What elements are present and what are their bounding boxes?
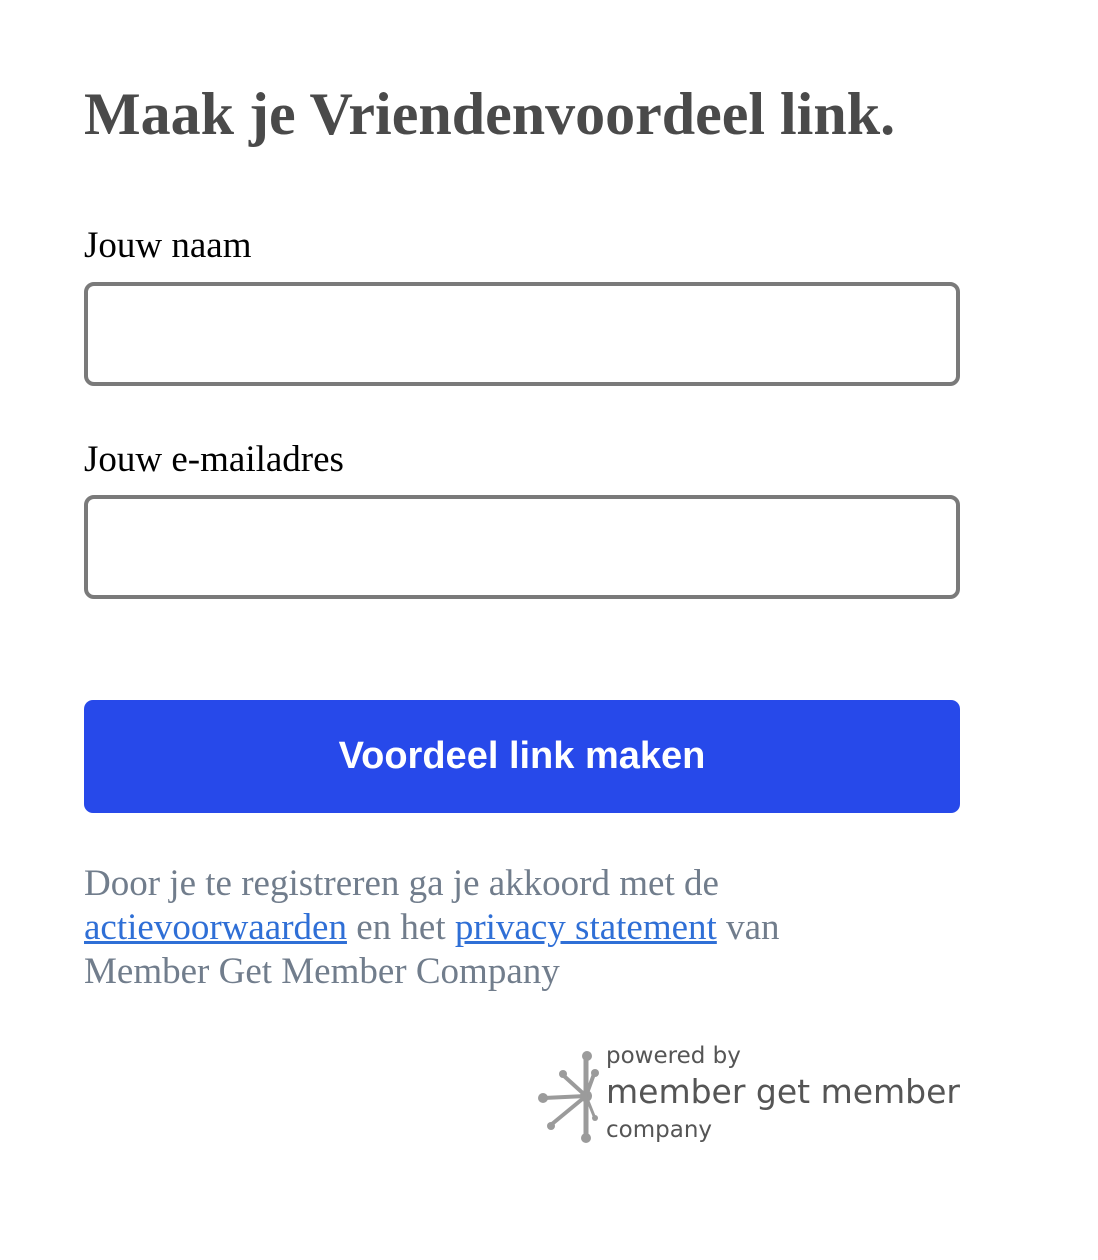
name-input[interactable] <box>84 282 960 386</box>
disclaimer-text-middle: en het <box>346 907 455 948</box>
member-get-member-logo-icon <box>538 1051 599 1143</box>
disclaimer-text-before: Door je te registreren ga je akkoord met… <box>84 863 719 904</box>
privacy-link[interactable]: privacy statement <box>455 907 717 948</box>
brand-suffix: company <box>606 1117 713 1143</box>
create-link-button[interactable]: Voordeel link maken <box>84 700 960 813</box>
brand-name: member get member <box>606 1072 960 1111</box>
email-label: Jouw e-mailadres <box>84 439 344 480</box>
terms-disclaimer: Door je te registreren ga je akkoord met… <box>84 862 884 994</box>
email-input[interactable] <box>84 495 960 599</box>
page-title: Maak je Vriendenvoordeel link. <box>84 81 896 147</box>
powered-by-badge: powered by member get member company <box>538 1040 968 1150</box>
terms-link[interactable]: actievoorwaarden <box>84 907 347 948</box>
name-label: Jouw naam <box>84 225 252 266</box>
powered-by-label: powered by <box>606 1043 741 1069</box>
